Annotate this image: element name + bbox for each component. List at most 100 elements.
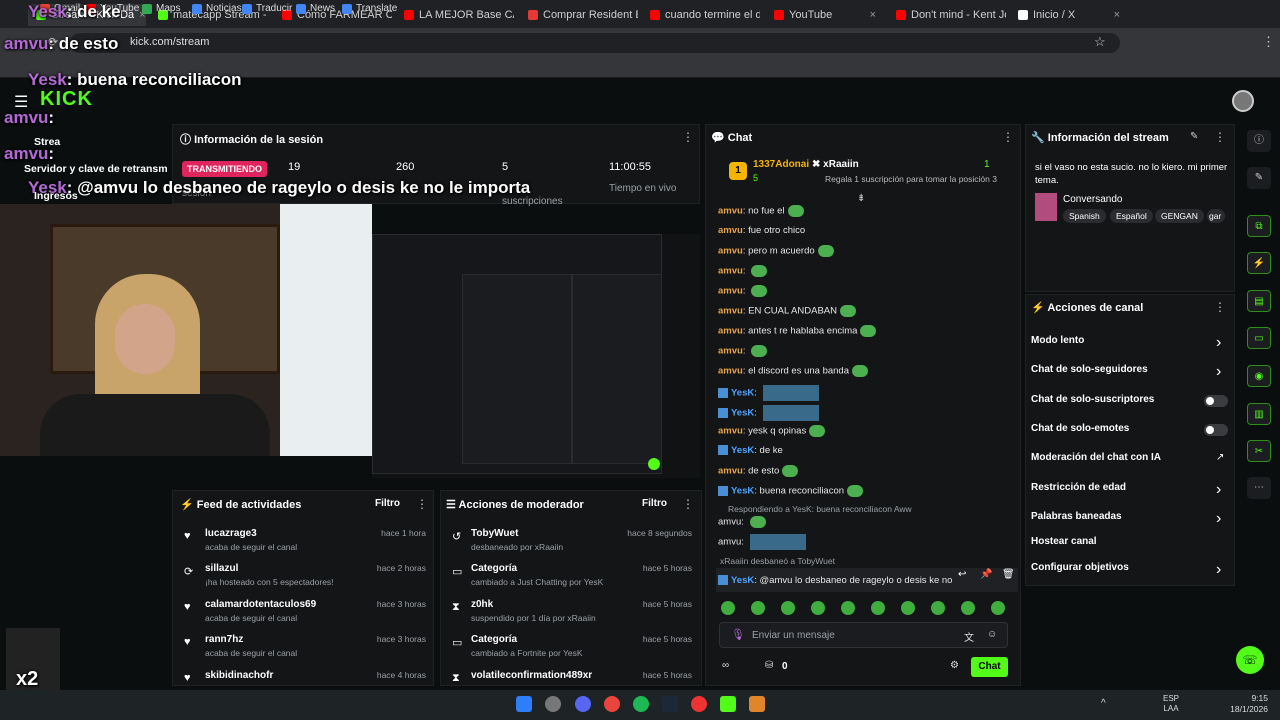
chat-username[interactable]: amvu <box>718 466 743 477</box>
channel-action-8[interactable]: Configurar objetivos <box>1031 562 1129 573</box>
mod-item-name[interactable]: Categoría <box>471 634 517 645</box>
mod-item-name[interactable]: volatileconfirmation489xr <box>471 670 592 681</box>
leader-name[interactable]: 1337Adonai <box>753 159 809 170</box>
chevron-right-icon[interactable]: › <box>1216 363 1221 381</box>
stream-tag[interactable]: gar <box>1207 209 1225 223</box>
language-indicator[interactable]: ESP LAA <box>1163 694 1179 714</box>
stream-tag[interactable]: GENGAN <box>1155 209 1204 223</box>
menu-icon[interactable]: ⋮ <box>1262 34 1275 50</box>
chat-username[interactable]: amvu <box>718 266 743 277</box>
tools-icon[interactable]: ✂ <box>1247 440 1271 462</box>
sub-user[interactable]: ✖ xRaaiin <box>812 159 859 170</box>
emoji-icon[interactable]: ☺ <box>987 629 997 640</box>
chat-username[interactable]: amvu <box>718 426 743 437</box>
bookmark-item[interactable]: Translate <box>342 3 397 14</box>
translate-icon[interactable]: 文 <box>964 629 974 644</box>
bookmark-item[interactable]: Traducir <box>242 3 292 14</box>
discord-icon[interactable] <box>575 696 591 712</box>
chat-username[interactable]: amvu <box>718 366 743 377</box>
address-bar[interactable]: kick.com/stream <box>70 33 1120 53</box>
emote-picker-icon[interactable] <box>901 601 915 615</box>
document-icon[interactable]: ▤ <box>1247 290 1271 312</box>
chat-username[interactable]: amvu <box>718 346 743 357</box>
feed-item-name[interactable]: lucazrage3 <box>205 528 257 539</box>
send-chat-button[interactable]: Chat <box>971 657 1008 677</box>
toggle-switch[interactable] <box>1204 395 1228 407</box>
chevron-right-icon[interactable]: › <box>1216 510 1221 528</box>
kick-app-icon[interactable] <box>720 696 736 712</box>
tab-close-icon[interactable]: × <box>870 9 876 21</box>
mod-menu-icon[interactable]: ⋮ <box>682 497 694 511</box>
pin-collapse-icon[interactable]: ⇟ <box>857 193 865 204</box>
browser-tab[interactable]: Don't mind - Kent Jo× <box>888 4 1006 26</box>
emote-picker-icon[interactable] <box>811 601 825 615</box>
bookmark-star-icon[interactable]: ☆ <box>1094 34 1106 50</box>
emote-picker-icon[interactable] <box>931 601 945 615</box>
emote-picker-icon[interactable] <box>871 601 885 615</box>
emote-picker-icon[interactable] <box>721 601 735 615</box>
emote-picker-icon[interactable] <box>751 601 765 615</box>
stream-tag[interactable]: Español <box>1110 209 1153 223</box>
infinity-icon[interactable]: ∞ <box>722 660 729 671</box>
avatar[interactable] <box>1232 90 1254 112</box>
emote-picker-icon[interactable] <box>961 601 975 615</box>
points-icon[interactable]: ⛁ <box>765 660 773 671</box>
spotify-icon[interactable] <box>633 696 649 712</box>
browser-tab[interactable]: Inicio / X × <box>1010 4 1128 26</box>
chat-username[interactable]: amvu <box>718 246 743 257</box>
toggle-switch[interactable] <box>1204 424 1228 436</box>
browser-tab[interactable]: LA MEJOR Base CAST× <box>396 4 514 26</box>
mod-filter-button[interactable]: Filtro <box>642 498 667 509</box>
mic-icon[interactable]: 🎙 <box>731 628 745 641</box>
broadcast-icon[interactable]: ◉ <box>1247 365 1271 387</box>
feed-menu-icon[interactable]: ⋮ <box>416 497 428 511</box>
emote-picker-icon[interactable] <box>991 601 1005 615</box>
channel-action-2[interactable]: Chat de solo-suscriptores <box>1031 394 1154 405</box>
chat-username[interactable]: amvu <box>718 225 743 236</box>
channel-action-6[interactable]: Palabras baneadas <box>1031 511 1122 522</box>
chat-username[interactable]: YesK <box>731 388 754 399</box>
feed-item-name[interactable]: rann7hz <box>205 634 243 645</box>
bookmark-item[interactable]: News <box>296 3 335 14</box>
chat-username[interactable]: YesK <box>731 486 754 497</box>
delete-icon[interactable]: 🗑 <box>1002 569 1018 585</box>
chat-username[interactable]: amvu <box>718 206 743 217</box>
browser-tab[interactable]: Comprar Resident Ev× <box>520 4 638 26</box>
app2-icon[interactable] <box>749 696 765 712</box>
mod-item-name[interactable]: Categoría <box>471 563 517 574</box>
tab-close-icon[interactable]: × <box>1114 9 1120 21</box>
category-name[interactable]: Conversando <box>1063 194 1122 205</box>
bookmark-item[interactable]: Maps <box>142 3 180 14</box>
bookmark-item[interactable]: Noticias <box>192 3 242 14</box>
pencil-icon[interactable]: ✎ <box>1247 167 1271 189</box>
pin-icon[interactable]: 📌 <box>980 569 996 585</box>
stream-tag[interactable]: Spanish <box>1063 209 1106 223</box>
windows-start-icon[interactable] <box>516 696 532 712</box>
sidebar-item[interactable]: Strea <box>34 136 60 148</box>
mod-item-name[interactable]: TobyWuet <box>471 528 518 539</box>
feed-item-name[interactable]: skibidinachofr <box>205 670 273 681</box>
layout-icon[interactable]: ▥ <box>1247 403 1271 425</box>
session-menu-icon[interactable]: ⋮ <box>682 130 694 144</box>
channel-action-3[interactable]: Chat de solo-emotes <box>1031 423 1129 434</box>
support-icon[interactable]: ☏ <box>1236 646 1264 674</box>
mod-item-name[interactable]: z0hk <box>471 599 493 610</box>
search-app-icon[interactable] <box>545 696 561 712</box>
browser-tab[interactable]: cuando termine el di× <box>642 4 760 26</box>
chat-username[interactable]: YesK <box>731 445 754 456</box>
chat-menu-icon[interactable]: ⋮ <box>1002 130 1014 144</box>
channel-action-7[interactable]: Hostear canal <box>1031 536 1097 547</box>
chat-username[interactable]: amvu <box>718 326 743 337</box>
chrome-icon[interactable] <box>604 696 620 712</box>
crop-icon[interactable]: ⧉ <box>1247 215 1271 237</box>
sidebar-item[interactable]: Ingresos <box>34 190 78 202</box>
browser-tab[interactable]: YouTube × <box>766 4 884 26</box>
chevron-right-icon[interactable]: › <box>1216 561 1221 579</box>
stream-info-menu-icon[interactable]: ⋮ <box>1214 130 1226 144</box>
info-icon[interactable]: ⓘ <box>1247 130 1271 152</box>
channel-action-5[interactable]: Restricción de edad <box>1031 482 1126 493</box>
feed-item-name[interactable]: sillazul <box>205 563 238 574</box>
steam-icon[interactable] <box>662 696 678 712</box>
tray-chevron-icon[interactable]: ^ <box>1101 698 1106 709</box>
chat-username[interactable]: amvu <box>718 286 743 297</box>
